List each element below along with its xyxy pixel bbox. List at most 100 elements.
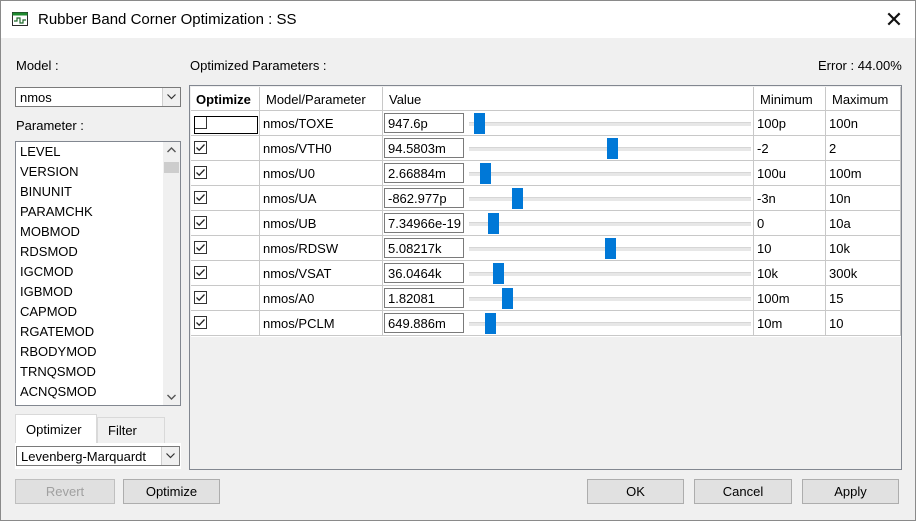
optimize-checkbox-cell[interactable] — [191, 136, 260, 161]
apply-button[interactable]: Apply — [802, 479, 899, 504]
value-input[interactable]: 947.6p — [384, 113, 464, 133]
parameter-list-item[interactable]: PARAMCHK — [20, 204, 93, 219]
value-slider-thumb[interactable] — [512, 188, 523, 209]
chevron-down-icon[interactable] — [161, 447, 179, 465]
parameter-list-item[interactable]: CAPMOD — [20, 304, 77, 319]
checkbox-checked-icon[interactable] — [194, 216, 207, 229]
optimize-button[interactable]: Optimize — [123, 479, 220, 504]
parameter-list-scrollbar[interactable] — [163, 142, 180, 405]
value-input[interactable]: 36.0464k — [384, 263, 464, 283]
value-slider-thumb[interactable] — [488, 213, 499, 234]
model-select[interactable]: nmos — [15, 87, 181, 107]
maximum-cell[interactable]: 100n — [826, 111, 901, 136]
optimizer-method-select[interactable]: Levenberg-Marquardt — [16, 446, 180, 466]
optimize-checkbox-cell[interactable] — [191, 261, 260, 286]
header-maximum[interactable]: Maximum — [826, 87, 901, 111]
value-input[interactable]: 7.34966e-19 — [384, 213, 464, 233]
value-slider-thumb[interactable] — [485, 313, 496, 334]
parameter-list[interactable]: LEVEL VERSION BINUNIT PARAMCHK MOBMOD RDSMOD I… — [15, 141, 181, 406]
minimum-cell[interactable]: -2 — [754, 136, 826, 161]
header-model-parameter[interactable]: Model/Parameter — [260, 87, 383, 111]
parameter-list-item[interactable]: RGATEMOD — [20, 324, 94, 339]
header-value-label: Value — [389, 92, 422, 107]
checkbox-checked-icon[interactable] — [194, 291, 207, 304]
scroll-up-icon[interactable] — [163, 142, 180, 159]
cancel-button[interactable]: Cancel — [694, 479, 792, 504]
scroll-down-icon[interactable] — [163, 388, 180, 405]
scroll-thumb[interactable] — [164, 162, 179, 173]
header-value[interactable]: Value — [383, 87, 754, 111]
parameter-list-item[interactable]: BINUNIT — [20, 184, 72, 199]
parameter-list-item[interactable]: RDSMOD — [20, 244, 78, 259]
value-cell: 649.886m — [383, 311, 754, 336]
checkbox-checked-icon[interactable] — [194, 241, 207, 254]
maximum-cell[interactable]: 10a — [826, 211, 901, 236]
minimum-cell[interactable]: 100m — [754, 286, 826, 311]
minimum-cell[interactable]: 100p — [754, 111, 826, 136]
value-slider-track[interactable] — [469, 272, 751, 276]
optimize-checkbox-cell[interactable] — [191, 186, 260, 211]
parameter-list-item[interactable]: ACNQSMOD — [20, 384, 97, 399]
tab-filter[interactable]: Filter — [97, 417, 165, 444]
ok-button[interactable]: OK — [587, 479, 684, 504]
maximum-cell[interactable]: 10n — [826, 186, 901, 211]
optimize-checkbox-cell[interactable] — [191, 236, 260, 261]
minimum-value: 10k — [757, 266, 778, 281]
value-slider-track[interactable] — [469, 222, 751, 226]
value-slider-track[interactable] — [469, 122, 751, 126]
minimum-cell[interactable]: 0 — [754, 211, 826, 236]
parameter-list-item[interactable]: IGBMOD — [20, 284, 73, 299]
header-minimum[interactable]: Minimum — [754, 87, 826, 111]
tab-optimizer[interactable]: Optimizer — [15, 414, 97, 444]
optimize-checkbox-cell[interactable] — [191, 311, 260, 336]
parameter-list-item[interactable]: RBODYMOD — [20, 344, 97, 359]
minimum-value: 100p — [757, 116, 786, 131]
parameter-list-item[interactable]: LEVEL — [20, 144, 60, 159]
parameter-list-item[interactable]: TRNQSMOD — [20, 364, 96, 379]
value-slider-thumb[interactable] — [493, 263, 504, 284]
revert-button[interactable]: Revert — [15, 479, 115, 504]
parameter-list-item[interactable]: IGCMOD — [20, 264, 73, 279]
chevron-down-icon[interactable] — [162, 88, 180, 106]
value-slider-track[interactable] — [469, 322, 751, 326]
optimize-checkbox-cell[interactable] — [191, 211, 260, 236]
value-slider-thumb[interactable] — [607, 138, 618, 159]
minimum-cell[interactable]: 10m — [754, 311, 826, 336]
value-input[interactable]: 5.08217k — [384, 238, 464, 258]
maximum-cell[interactable]: 2 — [826, 136, 901, 161]
checkbox-checked-icon[interactable] — [194, 316, 207, 329]
minimum-cell[interactable]: 10k — [754, 261, 826, 286]
maximum-value: 10k — [829, 241, 850, 256]
parameter-list-item[interactable]: RBNQSMOD — [20, 404, 97, 405]
maximum-cell[interactable]: 10 — [826, 311, 901, 336]
minimum-cell[interactable]: 100u — [754, 161, 826, 186]
close-icon[interactable]: ✕ — [879, 7, 909, 33]
value-input[interactable]: 94.5803m — [384, 138, 464, 158]
value-input[interactable]: 649.886m — [384, 313, 464, 333]
checkbox-checked-icon[interactable] — [194, 141, 207, 154]
value-input[interactable]: 2.66884m — [384, 163, 464, 183]
value-slider-thumb[interactable] — [474, 113, 485, 134]
value-slider-thumb[interactable] — [605, 238, 616, 259]
value-text: 36.0464k — [388, 266, 442, 281]
maximum-cell[interactable]: 10k — [826, 236, 901, 261]
value-input[interactable]: 1.82081 — [384, 288, 464, 308]
checkbox-checked-icon[interactable] — [194, 266, 207, 279]
value-slider-track[interactable] — [469, 172, 751, 176]
minimum-cell[interactable]: -3n — [754, 186, 826, 211]
optimize-checkbox-cell[interactable] — [191, 286, 260, 311]
maximum-cell[interactable]: 300k — [826, 261, 901, 286]
maximum-cell[interactable]: 15 — [826, 286, 901, 311]
optimize-checkbox-cell[interactable] — [191, 111, 260, 136]
minimum-cell[interactable]: 10 — [754, 236, 826, 261]
optimize-checkbox-cell[interactable] — [191, 161, 260, 186]
value-slider-thumb[interactable] — [502, 288, 513, 309]
maximum-cell[interactable]: 100m — [826, 161, 901, 186]
checkbox-checked-icon[interactable] — [194, 191, 207, 204]
parameter-list-item[interactable]: MOBMOD — [20, 224, 80, 239]
value-input[interactable]: -862.977p — [384, 188, 464, 208]
value-slider-thumb[interactable] — [480, 163, 491, 184]
parameter-list-item[interactable]: VERSION — [20, 164, 79, 179]
checkbox-checked-icon[interactable] — [194, 166, 207, 179]
header-optimize[interactable]: Optimize — [191, 87, 260, 111]
